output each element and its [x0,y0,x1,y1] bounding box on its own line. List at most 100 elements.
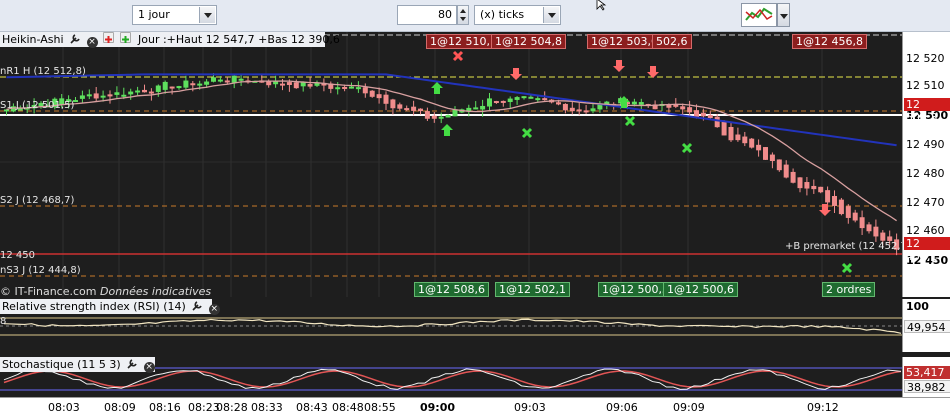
candle [169,86,175,89]
candle [300,82,306,87]
price-pane: Heikin-Ashi × Jour :+Haut 12 547,7 +Bas … [0,32,911,298]
candle [742,136,748,144]
sell-order-label[interactable]: 1@12 456,8 [792,34,867,49]
stochastic-axis[interactable]: 53,417 38,982 [902,357,950,397]
last-price-tag: 12 503,3 [904,98,950,124]
close-icon[interactable]: × [143,362,155,373]
candle [155,85,161,92]
stepper-down-icon[interactable] [460,17,466,21]
candle [418,108,423,112]
x-tick-label: 08:16 [149,401,181,414]
price-axis[interactable]: 12 520 12 510 12 500 12 490 12 480 12 47… [902,32,950,297]
x-tick-label: 09:09 [673,401,705,414]
candle [721,121,727,136]
plus-red-icon[interactable] [103,32,115,43]
units-stepper[interactable] [457,5,469,25]
candle [714,116,720,128]
x-tick-label: 09:12 [807,401,839,414]
sell-order-label[interactable]: 1@12 510,1 [426,34,501,49]
candle [852,212,858,221]
buy-order-label[interactable]: 1@12 500,3 [598,282,673,297]
candle [859,217,865,229]
units-input[interactable]: 80 [397,5,457,25]
plus-green-icon[interactable] [119,32,131,43]
x-tick-label: 08:48 [332,401,364,414]
level-label-s2: S2 J (12 468,7) [0,195,75,206]
level-label-s3: nS3 J (12 444,8) [0,265,81,276]
candle [700,112,706,117]
candle [349,86,354,89]
rsi-axis[interactable]: 100 49,954 [902,299,950,352]
candle [680,106,686,110]
buy-order-label[interactable]: 1@12 502,1 [495,282,570,297]
candle [211,77,216,82]
candle [266,81,272,86]
watermark: © IT-Finance.com Données indicatives [0,285,211,298]
wrench-icon[interactable] [126,358,138,369]
candle [514,97,520,100]
candle [749,138,755,148]
level-label-s1: S1 J (12 501,5) [0,100,75,111]
wrench-icon[interactable] [69,33,81,44]
units-type-select[interactable]: (x) ticks [474,5,561,25]
premarket-label: +B premarket (12 452,7) [785,241,911,252]
candle [238,78,244,81]
chart-type-dropdown[interactable] [777,3,790,27]
candle [818,186,824,193]
time-axis[interactable]: 08:03 08:09 08:16 08:23 08:28 08:33 08:43 08:48… [0,397,950,417]
rsi-pane: Relative strength index (RSI) (14) × 8 [0,299,902,352]
sell-order-label[interactable]: 502,6 [652,34,692,49]
candle [880,232,886,241]
candle [114,92,120,95]
stochastic-pane-title: Stochastique (11 5 3) [2,358,121,371]
x-tick-label: 09:06 [606,401,638,414]
candle [797,177,803,189]
candle [673,104,679,107]
period-value: 1 jour [138,8,170,21]
candle [286,82,292,85]
candle [535,98,541,101]
x-tick-label: 08:55 [364,401,396,414]
candle [183,80,189,88]
sell-order-label[interactable]: 1@12 503,6 [587,34,662,49]
candle [811,185,817,190]
x-tick-label: 08:28 [216,401,248,414]
cross-marker-icon [624,115,636,127]
candle [631,101,637,105]
chevron-down-icon[interactable] [543,7,559,23]
candle [397,104,403,109]
cross-marker-icon [681,142,693,154]
close-icon[interactable]: × [86,37,98,48]
buy-order-label[interactable]: 1@12 508,6 [414,282,489,297]
candle [473,107,479,110]
candle [217,79,223,82]
candle [783,164,789,178]
sell-order-label[interactable]: 1@12 504,8 [491,34,566,49]
candle [845,206,851,218]
buy-arrow-icon [431,82,443,94]
chart-type-icon [745,7,773,21]
period-select[interactable]: 1 jour [132,5,217,25]
current-price-tag: 12 456,1 [904,237,950,263]
candle [735,134,741,141]
price-pane-info: Jour :+Haut 12 547,7 +Bas 12 390,6 [138,33,340,46]
close-icon[interactable]: × [208,304,220,315]
candle [224,80,230,83]
stepper-up-icon[interactable] [460,9,466,13]
wrench-icon[interactable] [191,300,203,311]
candle [707,115,713,119]
cross-marker-icon [841,262,853,274]
level-label-r1: nR1 H (12 512,8) [0,66,86,77]
y-tick: 12 510 [906,79,945,92]
units-type-value: (x) ticks [480,8,525,21]
candle [838,199,844,215]
chevron-down-icon[interactable] [199,7,215,23]
buy-order-label[interactable]: 1@12 500,6 [663,282,738,297]
candle [790,171,796,183]
buy-order-label[interactable]: 2 ordres [822,282,876,297]
chart-window: 1 jour 80 (x) ticks Heikin-Ashi × Jour:… [0,0,950,417]
cross-marker-icon [452,50,464,62]
stochastic-pane: Stochastique (11 5 3) × [0,357,902,397]
chart-type-button[interactable] [741,3,777,27]
candle [93,93,99,99]
